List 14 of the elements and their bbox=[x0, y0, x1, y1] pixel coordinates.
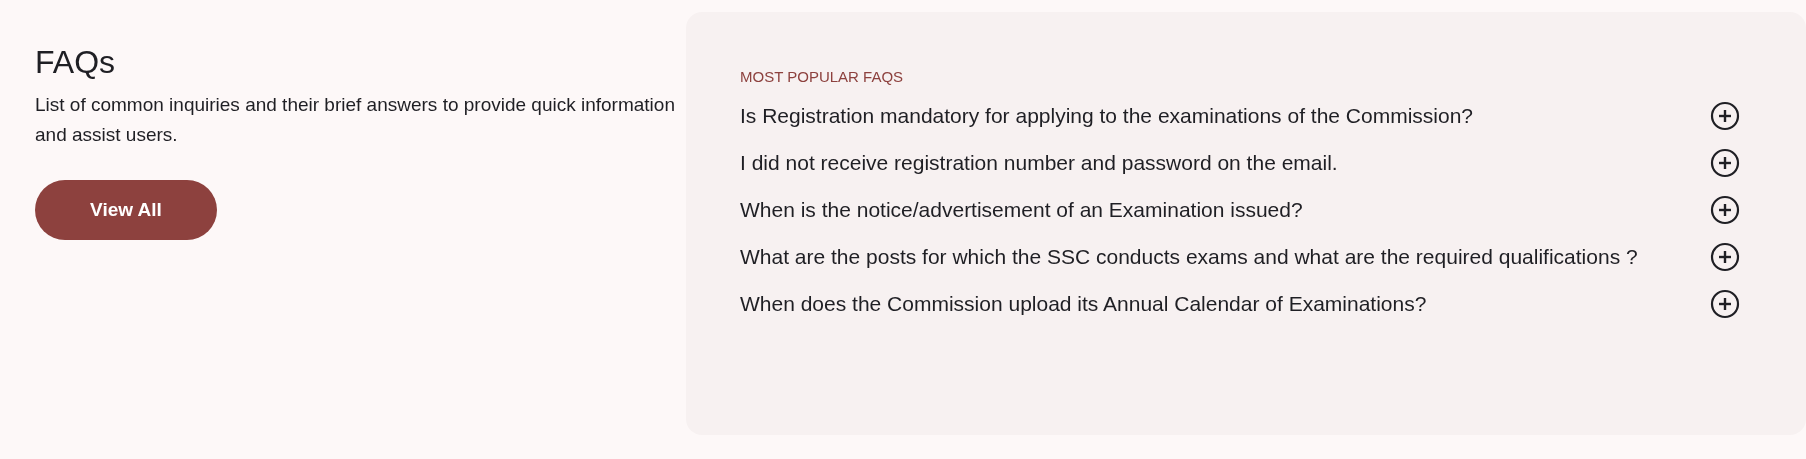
plus-circle-icon[interactable] bbox=[1710, 195, 1740, 225]
faq-question[interactable]: When is the notice/advertisement of an Examination issued? bbox=[740, 197, 1640, 223]
faq-question[interactable]: When does the Commission upload its Annual Calendar of Examinations? bbox=[740, 291, 1640, 317]
plus-circle-icon[interactable] bbox=[1710, 242, 1740, 272]
section-description: List of common inquiries and their brief answers to provide quick information and assist users. bbox=[35, 93, 675, 147]
faq-question[interactable]: Is Registration mandatory for applying to the examinations of the Commission? bbox=[740, 103, 1640, 129]
view-all-button[interactable]: View All bbox=[35, 180, 217, 240]
faq-question[interactable]: What are the posts for which the SSC conducts exams and what are the required qualifications ? bbox=[740, 244, 1640, 270]
faq-question[interactable]: I did not receive registration number and password on the email. bbox=[740, 150, 1640, 176]
plus-circle-icon[interactable] bbox=[1710, 101, 1740, 131]
section-title: FAQs bbox=[35, 43, 116, 82]
plus-circle-icon[interactable] bbox=[1710, 289, 1740, 319]
plus-circle-icon[interactable] bbox=[1710, 148, 1740, 178]
panel-heading: MOST POPULAR FAQS bbox=[740, 67, 904, 87]
